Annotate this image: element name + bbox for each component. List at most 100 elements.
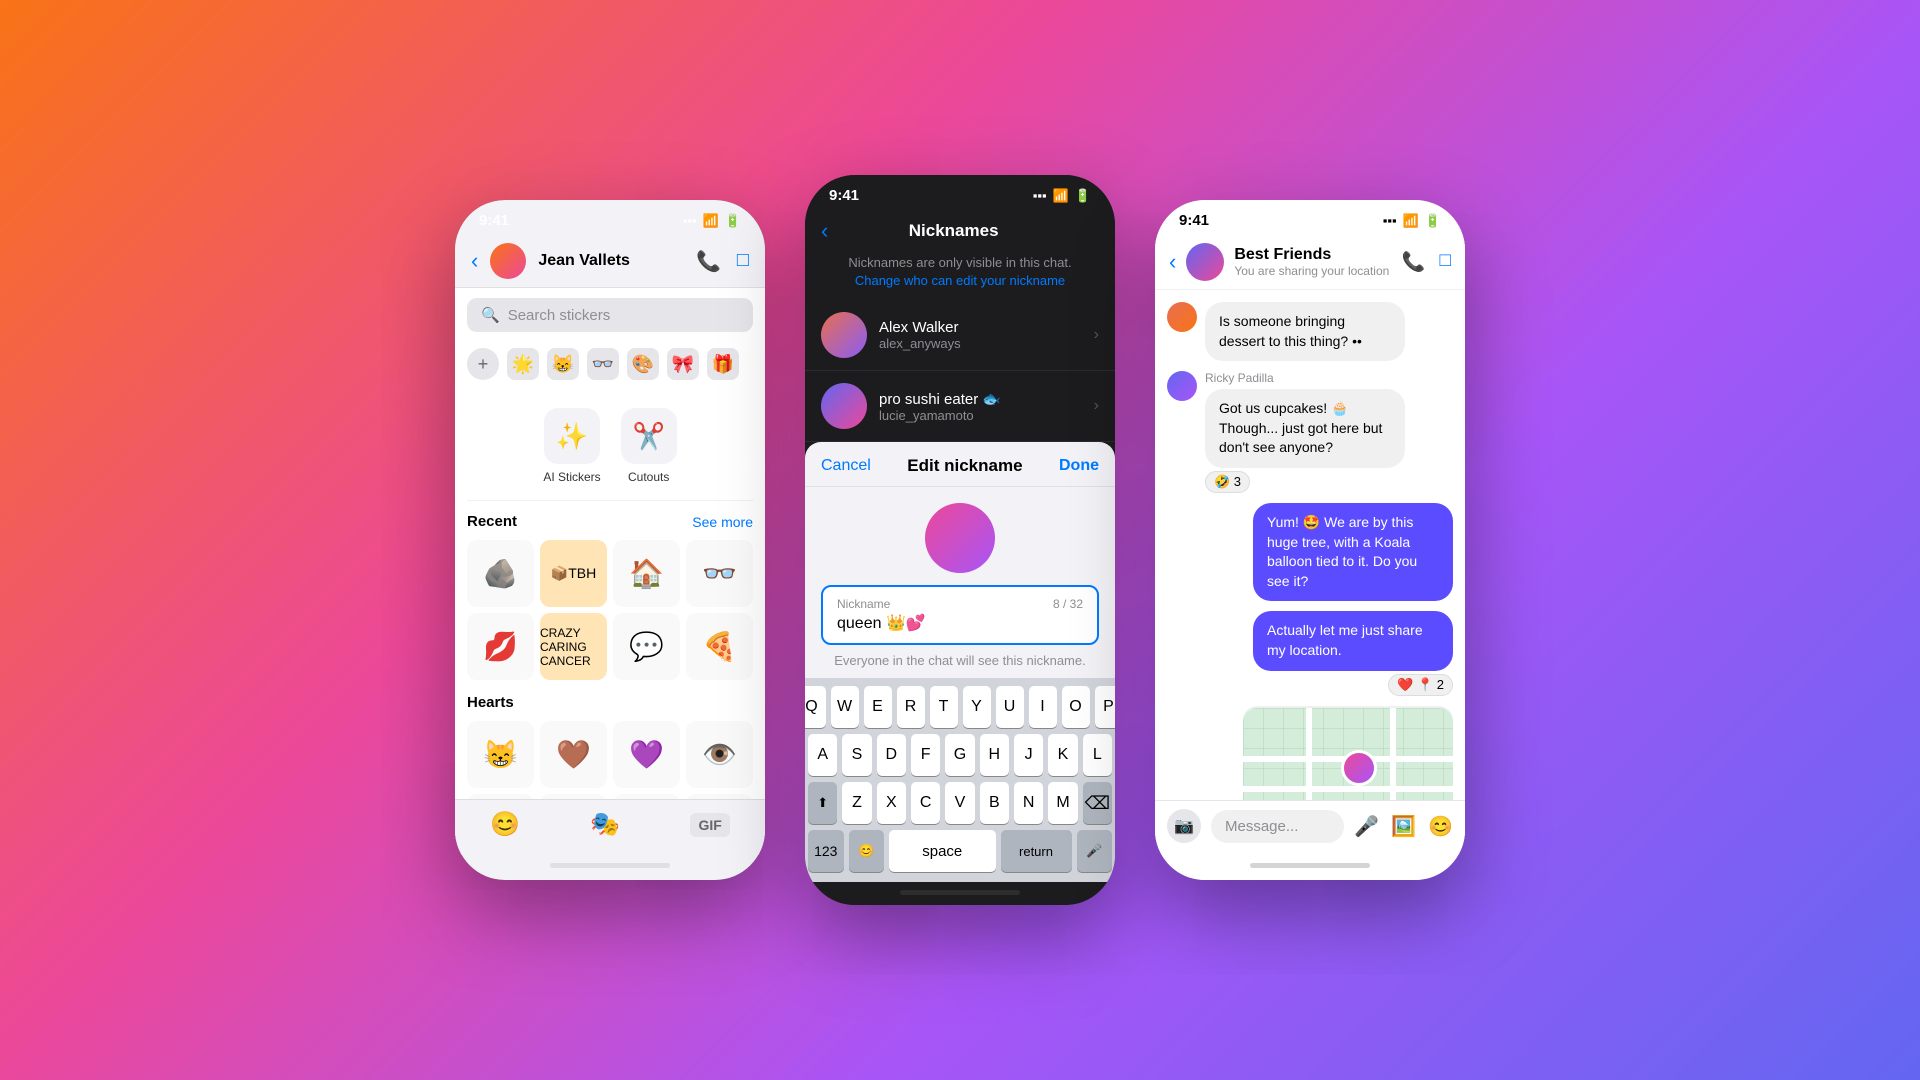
key-backspace[interactable]: ⌫: [1083, 782, 1112, 824]
cancel-button[interactable]: Cancel: [821, 457, 871, 475]
key-t[interactable]: T: [930, 686, 958, 728]
key-b[interactable]: B: [980, 782, 1009, 824]
battery-2: 🔋: [1075, 188, 1091, 204]
edit-nickname-modal: Cancel Edit nickname Done Nickname queen…: [805, 442, 1115, 882]
sticker-3[interactable]: 🏠: [613, 540, 680, 607]
key-shift[interactable]: ⬆: [808, 782, 837, 824]
gif-tab[interactable]: GIF: [690, 813, 729, 837]
key-o[interactable]: O: [1062, 686, 1090, 728]
key-y[interactable]: Y: [963, 686, 991, 728]
battery-icon: 🔋: [725, 213, 741, 229]
key-return[interactable]: return: [1001, 830, 1072, 872]
video-icon-1[interactable]: □: [737, 249, 749, 274]
key-space[interactable]: space: [889, 830, 996, 872]
video-icon-3[interactable]: □: [1440, 250, 1451, 274]
heart-sticker-2[interactable]: 🤎: [540, 721, 607, 788]
nicknames-info: Nicknames are only visible in this chat.: [848, 255, 1071, 270]
search-placeholder: Search stickers: [508, 307, 611, 324]
see-more-btn[interactable]: See more: [692, 514, 753, 530]
camera-button[interactable]: 📷: [1167, 809, 1201, 843]
msg-avatar-1: [1167, 302, 1197, 332]
key-i[interactable]: I: [1029, 686, 1057, 728]
key-e[interactable]: E: [864, 686, 892, 728]
key-numbers[interactable]: 123: [808, 830, 844, 872]
msg-row-1: Is someone bringing dessert to this thin…: [1167, 302, 1453, 361]
nicknames-link[interactable]: Change who can edit your nickname: [855, 273, 1065, 288]
sticker-1[interactable]: 🪨: [467, 540, 534, 607]
phone-stickers: 9:41 ▪▪▪ 📶 🔋 ‹ Jean Vallets 📞 □ 🔍 Search…: [455, 200, 765, 880]
sticker-8[interactable]: 🍕: [686, 613, 753, 680]
msg-bubble-1: Is someone bringing dessert to this thin…: [1205, 302, 1405, 361]
tab-icon-1[interactable]: 🌟: [507, 348, 539, 380]
key-l[interactable]: L: [1083, 734, 1112, 776]
key-s[interactable]: S: [842, 734, 871, 776]
phone-icon-1[interactable]: 📞: [696, 249, 721, 274]
tab-icon-4[interactable]: 🎨: [627, 348, 659, 380]
reactions-1: 🤣 3: [1205, 471, 1405, 493]
key-v[interactable]: V: [945, 782, 974, 824]
heart-sticker-4[interactable]: 👁️: [686, 721, 753, 788]
msg-text-4: Actually let me just share my location.: [1253, 611, 1453, 670]
key-x[interactable]: X: [877, 782, 906, 824]
key-m[interactable]: M: [1048, 782, 1077, 824]
key-p[interactable]: P: [1095, 686, 1116, 728]
sticker-5[interactable]: 💋: [467, 613, 534, 680]
key-r[interactable]: R: [897, 686, 925, 728]
nickname-input-wrap[interactable]: Nickname queen 👑💕 8 / 32: [821, 585, 1099, 645]
key-q[interactable]: Q: [805, 686, 826, 728]
tab-icon-5[interactable]: 🎀: [667, 348, 699, 380]
nickname-item-2[interactable]: pro sushi eater 🐟 lucie_yamamoto ›: [805, 371, 1115, 442]
key-k[interactable]: K: [1048, 734, 1077, 776]
key-row-4: 123 😊 space return 🎤: [808, 830, 1112, 872]
emoji-icon[interactable]: 😊: [1428, 814, 1453, 839]
mic-icon[interactable]: 🎤: [1354, 814, 1379, 839]
sticker-tab[interactable]: 🎭: [590, 810, 620, 839]
phone-icon-3[interactable]: 📞: [1402, 250, 1426, 274]
back-button-2[interactable]: ‹: [821, 218, 828, 244]
nicknames-subtitle: Nicknames are only visible in this chat.…: [805, 254, 1115, 300]
tab-icon-2[interactable]: 😸: [547, 348, 579, 380]
key-h[interactable]: H: [980, 734, 1009, 776]
cutouts[interactable]: ✂️ Cutouts: [621, 408, 677, 484]
ai-stickers[interactable]: ✨ AI Stickers: [543, 408, 600, 484]
key-g[interactable]: G: [945, 734, 974, 776]
key-emoji[interactable]: 😊: [849, 830, 885, 872]
nickname-item-1[interactable]: Alex Walker alex_anyways ›: [805, 300, 1115, 371]
sticker-6[interactable]: CRAZY CARING CANCER: [540, 613, 607, 680]
edit-header: Cancel Edit nickname Done: [805, 442, 1115, 487]
key-z[interactable]: Z: [842, 782, 871, 824]
gallery-icon[interactable]: 🖼️: [1391, 814, 1416, 839]
key-n[interactable]: N: [1014, 782, 1043, 824]
emoji-tab[interactable]: 😊: [490, 810, 520, 839]
home-indicator-3: [1155, 855, 1465, 880]
search-bar[interactable]: 🔍 Search stickers: [467, 298, 753, 332]
sticker-7[interactable]: 💬: [613, 613, 680, 680]
msg-group-4: Actually let me just share my location. …: [1253, 611, 1453, 695]
key-d[interactable]: D: [877, 734, 906, 776]
key-f[interactable]: F: [911, 734, 940, 776]
contact-name-1: Jean Vallets: [538, 252, 684, 270]
key-mic[interactable]: 🎤: [1077, 830, 1113, 872]
key-a[interactable]: A: [808, 734, 837, 776]
nickname-input[interactable]: queen 👑💕: [837, 615, 926, 632]
tab-icon-6[interactable]: 🎁: [707, 348, 739, 380]
key-c[interactable]: C: [911, 782, 940, 824]
tab-add[interactable]: +: [467, 348, 499, 380]
key-u[interactable]: U: [996, 686, 1024, 728]
key-w[interactable]: W: [831, 686, 859, 728]
hearts-header: Hearts: [467, 694, 753, 711]
tab-icon-3[interactable]: 👓: [587, 348, 619, 380]
sticker-4[interactable]: 👓: [686, 540, 753, 607]
message-input[interactable]: Message...: [1211, 810, 1344, 843]
done-button[interactable]: Done: [1059, 457, 1099, 475]
msg-text-2: Got us cupcakes! 🧁 Though... just got he…: [1205, 389, 1405, 468]
sticker-2[interactable]: 📦TBH: [540, 540, 607, 607]
heart-sticker-3[interactable]: 💜: [613, 721, 680, 788]
edit-avatar: [925, 503, 995, 573]
contact-avatar-1: [490, 243, 526, 279]
ai-stickers-label: AI Stickers: [543, 470, 600, 484]
key-j[interactable]: J: [1014, 734, 1043, 776]
back-button-3[interactable]: ‹: [1169, 249, 1176, 275]
heart-sticker-1[interactable]: 😸: [467, 721, 534, 788]
back-button-1[interactable]: ‹: [471, 248, 478, 274]
